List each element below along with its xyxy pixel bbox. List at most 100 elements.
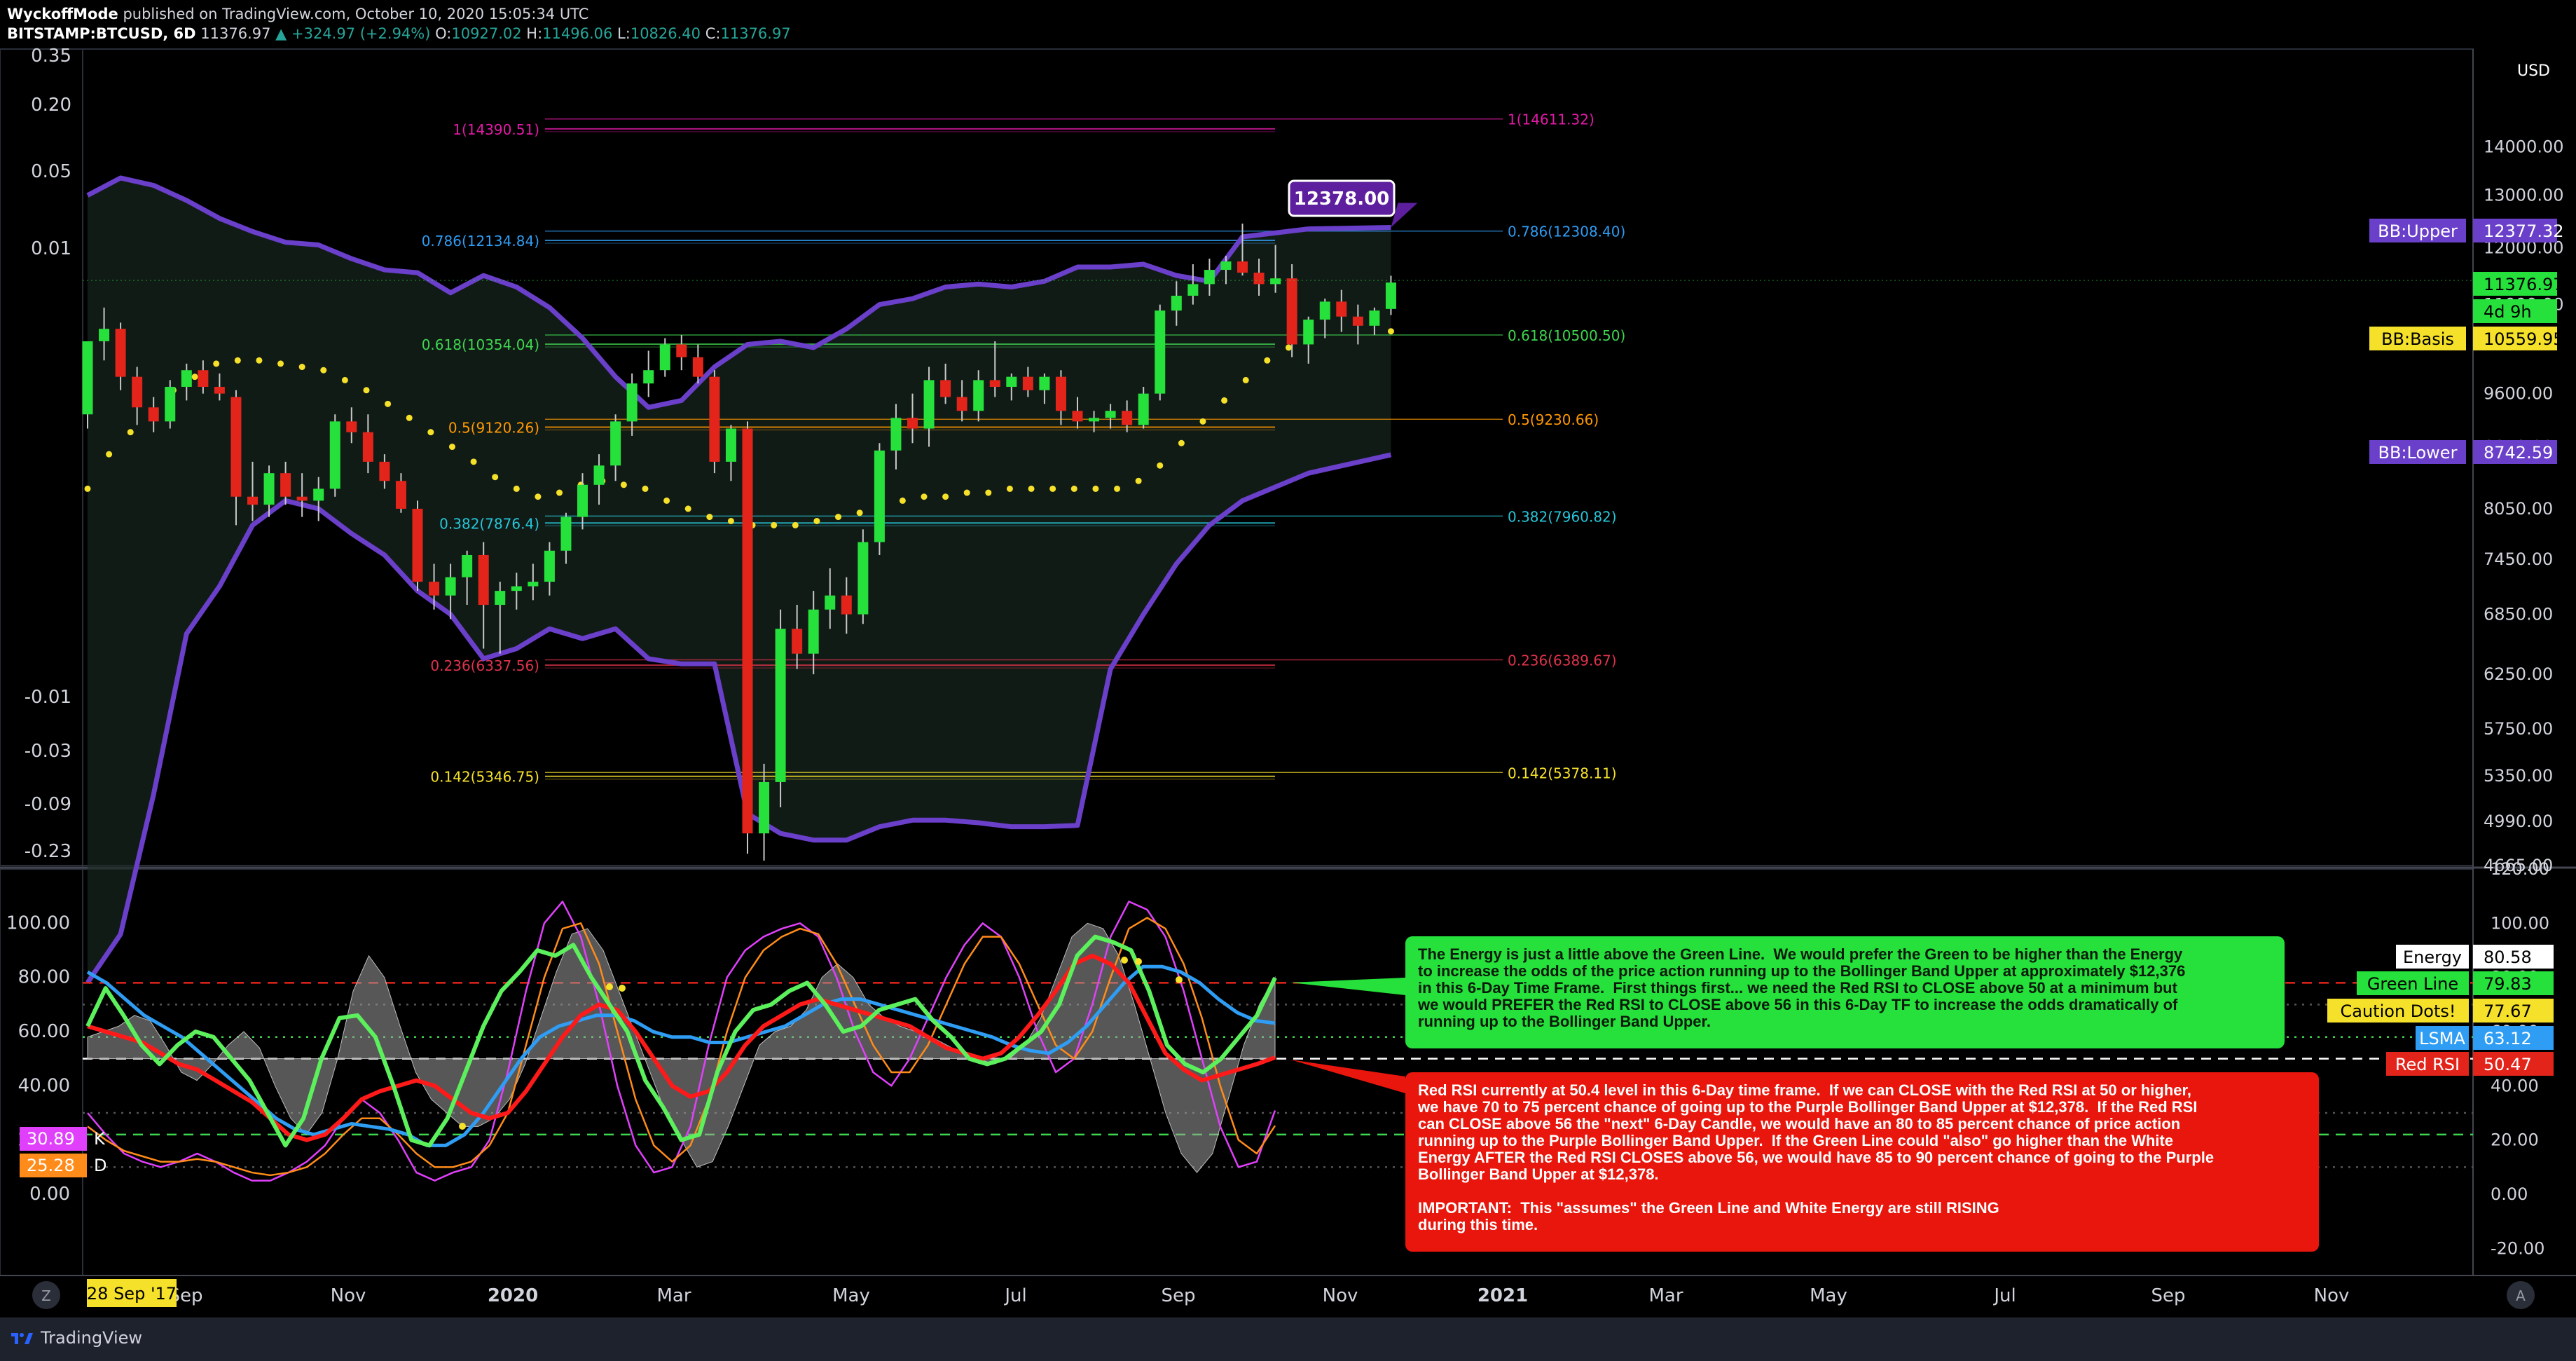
candle-up — [1270, 278, 1281, 285]
candle-up — [181, 370, 192, 387]
date-axis-tick: Jul — [1003, 1285, 1026, 1306]
left-axis-tick: 0.01 — [31, 238, 71, 259]
tradingview-wordmark: TradingView — [41, 1328, 143, 1348]
candle-down — [115, 329, 126, 377]
price-tag-value: 11376.97 — [2484, 275, 2564, 294]
date-axis-tick: Nov — [331, 1285, 366, 1306]
candle-down — [412, 508, 423, 582]
bollinger-basis-dot — [856, 509, 863, 517]
price-tag-label: BB:Lower — [2378, 443, 2458, 463]
caution-dot — [1176, 976, 1183, 983]
candle-up — [973, 380, 984, 411]
fib-label-right: 0.786(12308.40) — [1508, 224, 1625, 240]
candle-down — [478, 554, 489, 606]
left-tag-label: K — [94, 1129, 106, 1149]
candle-down — [362, 432, 373, 462]
bollinger-basis-dot — [298, 364, 305, 371]
candle-down — [792, 629, 803, 654]
left-tag-value: 30.89 — [27, 1129, 75, 1149]
candle-up — [511, 586, 522, 591]
fib-label-right: 0.618(10500.50) — [1508, 327, 1625, 344]
indicator-tag-label: Caution Dots! — [2341, 1001, 2456, 1021]
candle-up — [643, 370, 654, 384]
bollinger-basis-dot — [1199, 418, 1206, 425]
candle-down — [1253, 273, 1265, 285]
candle-down — [395, 481, 406, 509]
bollinger-basis-dot — [1242, 376, 1249, 383]
fib-label-left: 0.618(10354.04) — [422, 336, 539, 353]
bollinger-basis-dot — [1285, 344, 1292, 351]
caution-dot — [606, 983, 613, 990]
indicator-tag-value: 77.67 — [2484, 1001, 2532, 1021]
candle-up — [99, 329, 110, 341]
left-tag-value: 25.28 — [27, 1156, 75, 1175]
candle-down — [132, 376, 143, 408]
candle-up — [1006, 376, 1017, 387]
candle-up — [1187, 284, 1199, 296]
callout-text: 12378.00 — [1294, 189, 1390, 210]
bollinger-basis-dot — [1221, 397, 1228, 404]
candle-down — [1352, 316, 1363, 326]
indicator-axis-tick: -20.00 — [2491, 1238, 2544, 1258]
price-axis-tick: 5350.00 — [2484, 766, 2553, 786]
candle-up — [808, 609, 819, 654]
price-axis-tick: 9600.00 — [2484, 384, 2553, 404]
candle-down — [198, 370, 209, 387]
indicator-left-tick: 0.00 — [29, 1184, 70, 1205]
bollinger-basis-dot — [84, 485, 91, 492]
price-axis-tick: 4990.00 — [2484, 812, 2553, 831]
candle-down — [214, 386, 225, 394]
price-axis-tick: 5750.00 — [2484, 719, 2553, 739]
bollinger-basis-dot — [792, 521, 799, 528]
price-tag-value: 4d 9h — [2484, 302, 2532, 322]
price-axis-tick: 13000.00 — [2484, 186, 2564, 205]
candle-up — [759, 781, 770, 834]
date-axis-tick: Nov — [1323, 1285, 1358, 1306]
indicator-tag-value: 79.83 — [2484, 974, 2532, 994]
date-axis-tick: May — [832, 1285, 870, 1306]
candle-down — [1122, 411, 1133, 425]
bollinger-basis-dot — [942, 493, 949, 500]
bollinger-basis-dot — [363, 387, 370, 394]
candle-up — [313, 488, 324, 501]
candle-down — [1237, 261, 1248, 273]
bollinger-basis-dot — [921, 493, 928, 500]
fib-label-left: 0.142(5346.75) — [430, 769, 539, 786]
candle-up — [1171, 295, 1182, 311]
candle-up — [1204, 270, 1215, 285]
date-axis-tick: 2021 — [1478, 1285, 1528, 1306]
price-axis-tick: 14000.00 — [2484, 137, 2564, 157]
candle-up — [857, 542, 869, 615]
candle-down — [296, 496, 308, 501]
candle-up — [1303, 320, 1314, 345]
price-tag-value: 10559.95 — [2484, 329, 2564, 349]
candle-up — [263, 473, 275, 505]
bollinger-basis-dot — [663, 497, 670, 504]
candle-up — [610, 421, 621, 466]
caution-dot — [1135, 958, 1142, 965]
bollinger-basis-dot — [813, 517, 820, 524]
candle-up — [528, 582, 539, 587]
indicator-left-tick: 80.00 — [18, 967, 70, 988]
candle-down — [692, 357, 703, 377]
tradingview-logo[interactable]: TradingView — [10, 1328, 142, 1348]
fib-label-right: 0.5(9230.66) — [1508, 411, 1599, 428]
candle-up — [874, 450, 885, 542]
candle-up — [544, 550, 555, 582]
bollinger-basis-dot — [771, 521, 778, 528]
green-annotation-note: The Energy is just a little above the Gr… — [1405, 936, 2285, 1048]
candle-up — [495, 591, 506, 606]
candle-down — [1055, 376, 1066, 411]
candle-down — [247, 496, 258, 505]
candle-up — [82, 341, 93, 415]
left-axis-tick: -0.01 — [25, 687, 71, 708]
bollinger-basis-dot — [513, 485, 520, 492]
price-axis-tick: 7450.00 — [2484, 549, 2553, 569]
candle-down — [230, 397, 242, 497]
candle-down — [1286, 278, 1297, 345]
date-axis-tick: Nov — [2314, 1285, 2350, 1306]
red-annotation-note: Red RSI currently at 50.4 level in this … — [1405, 1072, 2319, 1252]
bollinger-basis-dot — [427, 429, 434, 436]
bollinger-basis-dot — [1178, 439, 1185, 446]
fib-label-right: 0.236(6389.67) — [1508, 652, 1617, 669]
